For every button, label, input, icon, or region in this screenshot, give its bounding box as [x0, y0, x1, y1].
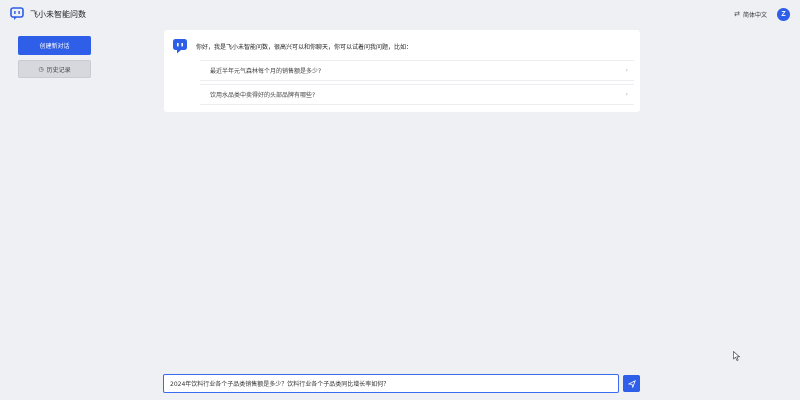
history-label: 历史记录	[46, 66, 71, 74]
clock-icon: ◷	[38, 65, 44, 73]
history-button[interactable]: ◷ 历史记录	[18, 60, 91, 78]
bot-chat-icon	[173, 39, 187, 54]
language-label: 简体中文	[742, 11, 767, 19]
chevron-right-icon: ›	[625, 67, 628, 74]
language-switcher[interactable]: ⇄ 简体中文	[734, 10, 767, 19]
chat-bubble-icon	[10, 7, 24, 20]
brand[interactable]: 飞小未智能问数	[10, 7, 86, 21]
suggestion-item[interactable]: 饮用水品类中卖得好的头部品牌有哪些? ›	[200, 84, 634, 105]
chevron-right-icon: ›	[625, 91, 628, 98]
suggestion-text: 饮用水品类中卖得好的头部品牌有哪些?	[210, 92, 316, 99]
send-button[interactable]	[623, 375, 640, 392]
welcome-card: 你好，我是飞小未智能问数，很高兴可以和你聊天，你可以试着问我问题，比如： 最近半…	[164, 30, 640, 112]
brand-name: 飞小未智能问数	[30, 9, 86, 19]
avatar[interactable]: Z	[777, 7, 790, 21]
new-chat-button[interactable]: 创建新对话	[18, 36, 91, 55]
header-right: ⇄ 简体中文 Z	[734, 7, 790, 21]
question-input[interactable]: 2024年饮料行业各个子品类销售额是多少？饮料行业各个子品类同比增长率如何？	[163, 374, 619, 393]
mouse-pointer-icon	[733, 351, 741, 361]
welcome-header: 你好，我是飞小未智能问数，很高兴可以和你聊天，你可以试着问我问题，比如：	[172, 38, 632, 54]
suggestion-text: 最近半年元气森林每个月的销售额是多少?	[210, 68, 322, 75]
suggestion-item[interactable]: 最近半年元气森林每个月的销售额是多少? ›	[200, 60, 634, 81]
top-bar: 飞小未智能问数 ⇄ 简体中文 Z	[0, 0, 800, 28]
send-icon	[627, 379, 636, 388]
sidebar: 创建新对话 ◷ 历史记录	[18, 36, 91, 78]
translate-icon: ⇄	[734, 10, 740, 18]
welcome-greeting: 你好，我是飞小未智能问数，很高兴可以和你聊天，你可以试着问我问题，比如：	[196, 43, 413, 51]
